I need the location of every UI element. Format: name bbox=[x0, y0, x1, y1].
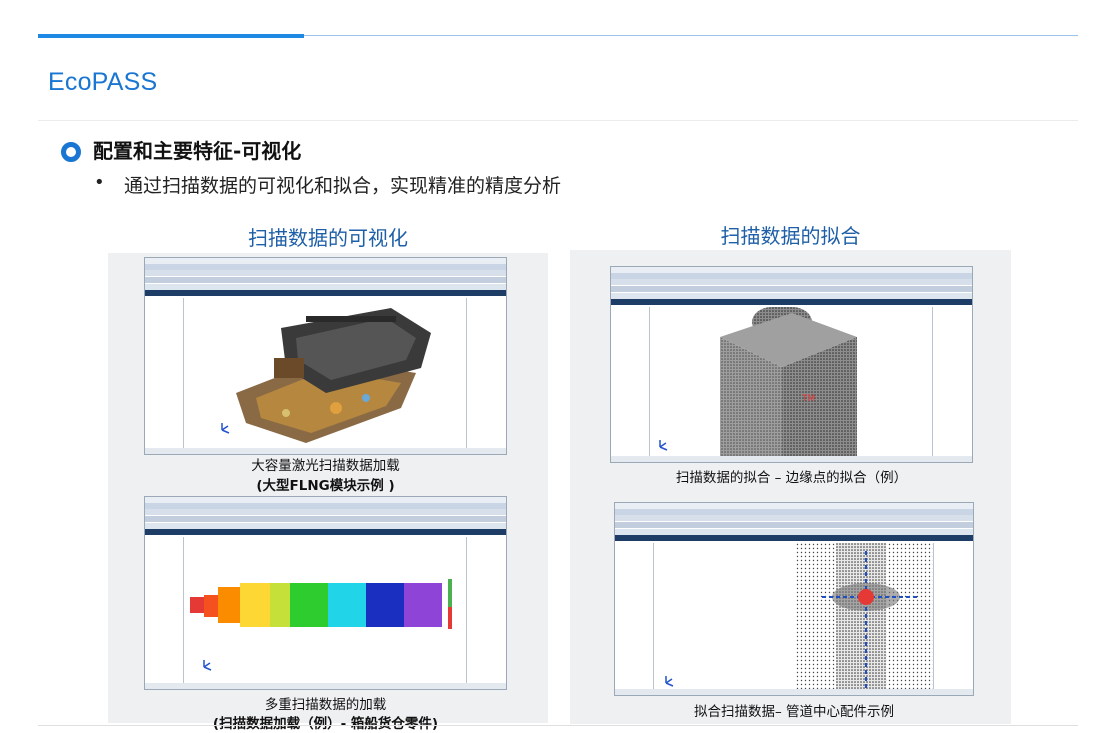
header-rule bbox=[304, 35, 1078, 36]
fitting-panel: TM 扫描数据的拟合 – 边缘点的拟合（例） 拟合扫描数据– 管道中心配件示例 bbox=[570, 250, 1011, 724]
brand-divider bbox=[38, 120, 1078, 121]
bullet-dot: • bbox=[94, 172, 105, 193]
viewport-3d[interactable] bbox=[186, 537, 464, 683]
header-accent-bar bbox=[38, 34, 304, 38]
column-title-fitting: 扫描数据的拟合 bbox=[720, 224, 861, 248]
pipe-fitting-point-cloud bbox=[665, 543, 933, 691]
viewport-3d[interactable] bbox=[656, 543, 933, 691]
app-screenshot-flng bbox=[144, 257, 507, 455]
visualization-panel: 大容量激光扫描数据加载 (大型FLNG模块示例 ) 多重扫描数据的加载 (扫描数… bbox=[108, 253, 548, 732]
slide: EcoPASS 配置和主要特征-可视化 • 通过扫描数据的可视化和拟合，实现精准… bbox=[0, 0, 1114, 733]
app-screenshot-pipe-fitting bbox=[614, 502, 974, 696]
viewport-3d[interactable]: TM bbox=[652, 307, 930, 458]
caption-edge-fitting: 扫描数据的拟合 – 边缘点的拟合（例） bbox=[675, 470, 908, 486]
multiscan-point-cloud bbox=[190, 579, 452, 671]
app-screenshot-multiscan bbox=[144, 496, 507, 690]
section-point: 通过扫描数据的可视化和拟合，实现精准的精度分析 bbox=[124, 175, 562, 197]
section-heading: 配置和主要特征-可视化 bbox=[93, 139, 302, 163]
caption-flng-line1: 大容量激光扫描数据加载 bbox=[251, 458, 400, 474]
section-bullet-icon bbox=[61, 142, 81, 162]
caption-pipe-fitting: 拟合扫描数据– 管道中心配件示例 bbox=[693, 704, 895, 720]
viewport-3d[interactable] bbox=[186, 298, 464, 448]
brand-title: EcoPASS bbox=[48, 68, 158, 96]
caption-multiscan-line1: 多重扫描数据的加载 bbox=[264, 697, 387, 713]
edge-fitting-point-cloud: TM bbox=[659, 307, 857, 458]
flng-point-cloud bbox=[221, 308, 431, 443]
caption-flng-line2: (大型FLNG模块示例 ) bbox=[256, 478, 395, 494]
svg-text:TM: TM bbox=[801, 394, 815, 404]
column-title-visualization: 扫描数据的可视化 bbox=[248, 226, 408, 250]
app-screenshot-edge-fitting: TM bbox=[610, 266, 973, 463]
caption-multiscan-line2: (扫描数据加载（例）- 箱船货仓零件) bbox=[212, 716, 439, 732]
footer-rule bbox=[38, 725, 1078, 726]
